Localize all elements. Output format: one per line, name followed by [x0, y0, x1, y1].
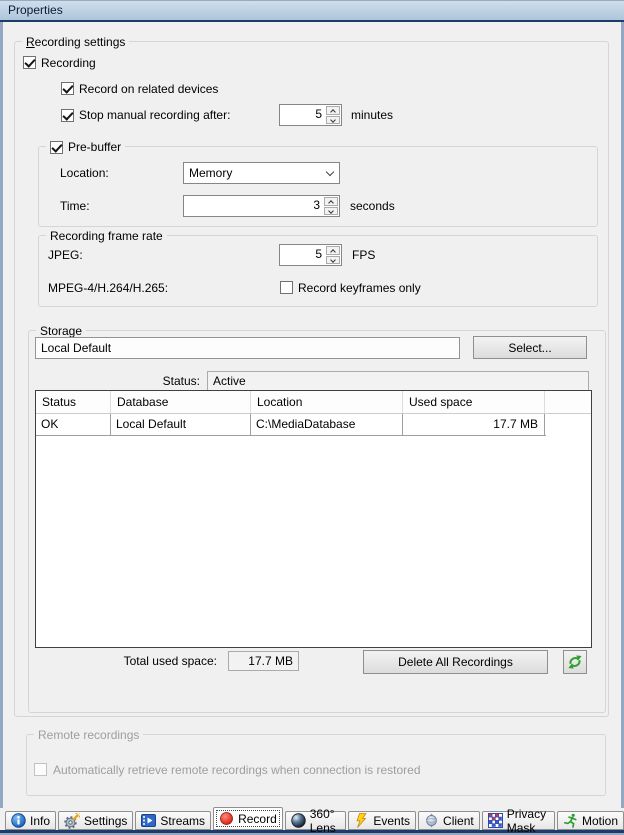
- chevron-up-icon: [330, 249, 336, 255]
- tab-label: Privacy Mask: [507, 807, 549, 835]
- cell-location: C:\MediaDatabase: [251, 414, 403, 435]
- tab-info[interactable]: Info: [5, 811, 56, 830]
- fps-unit-label: FPS: [352, 247, 375, 263]
- spin-down-button[interactable]: [326, 256, 340, 265]
- record-keyframes-checkbox[interactable]: [280, 281, 293, 294]
- recording-label: Recording: [41, 55, 96, 71]
- cell-status: OK: [36, 414, 111, 435]
- tab-label: 360° Lens: [310, 807, 341, 835]
- events-icon: [354, 813, 369, 828]
- tab-settings[interactable]: Settings: [58, 811, 133, 830]
- panel-title: Properties: [0, 0, 624, 22]
- mpeg-label: MPEG-4/H.264/H.265:: [48, 280, 168, 296]
- spin-up-button[interactable]: [326, 246, 340, 255]
- column-header-used-space[interactable]: Used space: [403, 391, 545, 413]
- frame-rate-legend: Recording frame rate: [50, 228, 163, 244]
- tab-client[interactable]: Client: [418, 811, 480, 830]
- spin-up-button[interactable]: [324, 197, 338, 206]
- stop-manual-recording-label: Stop manual recording after:: [79, 107, 230, 123]
- jpeg-fps-input[interactable]: 5: [280, 245, 325, 265]
- tab-360-lens[interactable]: 360° Lens: [285, 811, 347, 830]
- seconds-unit-label: seconds: [350, 198, 395, 214]
- tab-record[interactable]: Record: [213, 807, 283, 830]
- tab-streams[interactable]: Streams: [135, 811, 211, 830]
- cell-database: Local Default: [111, 414, 251, 435]
- stop-manual-minutes-input[interactable]: 5: [280, 105, 325, 125]
- jpeg-fps-spinner: 5: [279, 244, 342, 266]
- record-icon: [219, 811, 234, 826]
- record-related-devices-checkbox[interactable]: [61, 82, 74, 95]
- selected-storage-field: Local Default: [35, 337, 460, 359]
- properties-panel: Properties Recording settings Recording …: [0, 0, 624, 835]
- privacy-mask-icon: [488, 813, 503, 828]
- total-used-space-label: Total used space:: [67, 653, 217, 669]
- record-keyframes-label: Record keyframes only: [298, 280, 421, 296]
- pre-buffer-legend: Pre-buffer: [68, 139, 121, 155]
- chevron-down-icon: [330, 257, 336, 263]
- location-label: Location:: [60, 165, 109, 181]
- spin-up-button[interactable]: [326, 106, 340, 115]
- storage-table-header: Status Database Location Used space: [36, 391, 591, 414]
- tab-label: Client: [443, 814, 474, 828]
- spin-down-button[interactable]: [326, 116, 340, 125]
- refresh-icon: [567, 654, 583, 670]
- chevron-up-icon: [328, 200, 334, 206]
- storage-table: Status Database Location Used space OK L…: [35, 390, 592, 648]
- time-label: Time:: [60, 198, 90, 214]
- pre-buffer-checkbox[interactable]: [50, 141, 63, 154]
- tab-label: Streams: [160, 814, 205, 828]
- window-border-left: [0, 0, 3, 808]
- remote-recordings-legend: Remote recordings: [38, 727, 139, 743]
- tab-label: Motion: [582, 814, 618, 828]
- column-header-status[interactable]: Status: [36, 391, 111, 413]
- tab-label: Record: [238, 812, 277, 826]
- jpeg-label: JPEG:: [48, 247, 83, 263]
- auto-retrieve-label: Automatically retrieve remote recordings…: [53, 762, 421, 778]
- pre-buffer-time-input[interactable]: 3: [184, 196, 323, 216]
- column-header-location[interactable]: Location: [251, 391, 403, 413]
- pre-buffer-time-spinner: 3: [183, 195, 340, 217]
- status-label: Status:: [97, 373, 200, 389]
- tab-privacy-mask[interactable]: Privacy Mask: [482, 811, 555, 830]
- table-row[interactable]: OK Local Default C:\MediaDatabase 17.7 M…: [36, 414, 546, 436]
- refresh-button[interactable]: [563, 650, 587, 674]
- tab-label: Info: [30, 814, 50, 828]
- recording-checkbox[interactable]: [23, 56, 36, 69]
- stop-manual-minutes-spinner: 5: [279, 104, 342, 126]
- record-related-devices-label: Record on related devices: [79, 81, 218, 97]
- settings-icon: [64, 813, 80, 829]
- auto-retrieve-checkbox: [34, 763, 47, 776]
- recording-settings-legend: Recording settings: [26, 34, 125, 50]
- location-combobox[interactable]: Memory: [183, 162, 340, 184]
- streams-icon: [141, 813, 156, 828]
- spin-down-button[interactable]: [324, 207, 338, 216]
- status-value-field: Active: [207, 371, 589, 392]
- tab-bar: Info Settings Streams: [5, 807, 624, 830]
- delete-all-recordings-button[interactable]: Delete All Recordings: [363, 650, 548, 674]
- tab-label: Events: [373, 814, 410, 828]
- column-header-database[interactable]: Database: [111, 391, 251, 413]
- motion-icon: [563, 813, 578, 828]
- client-icon: [424, 813, 439, 828]
- chevron-down-icon: [328, 208, 334, 214]
- minutes-unit-label: minutes: [351, 107, 393, 123]
- cell-used-space: 17.7 MB: [403, 414, 545, 435]
- tab-label: Settings: [84, 814, 127, 828]
- tab-events[interactable]: Events: [348, 811, 416, 830]
- select-storage-button[interactable]: Select...: [473, 336, 587, 359]
- chevron-down-icon: [326, 168, 334, 176]
- location-combobox-value: Memory: [189, 166, 232, 180]
- chevron-up-icon: [330, 109, 336, 115]
- total-used-space-value: 17.7 MB: [228, 651, 299, 671]
- tab-motion[interactable]: Motion: [557, 811, 624, 830]
- info-icon: [11, 813, 26, 828]
- stop-manual-recording-checkbox[interactable]: [61, 109, 74, 122]
- lens-icon: [291, 813, 306, 828]
- chevron-down-icon: [330, 117, 336, 123]
